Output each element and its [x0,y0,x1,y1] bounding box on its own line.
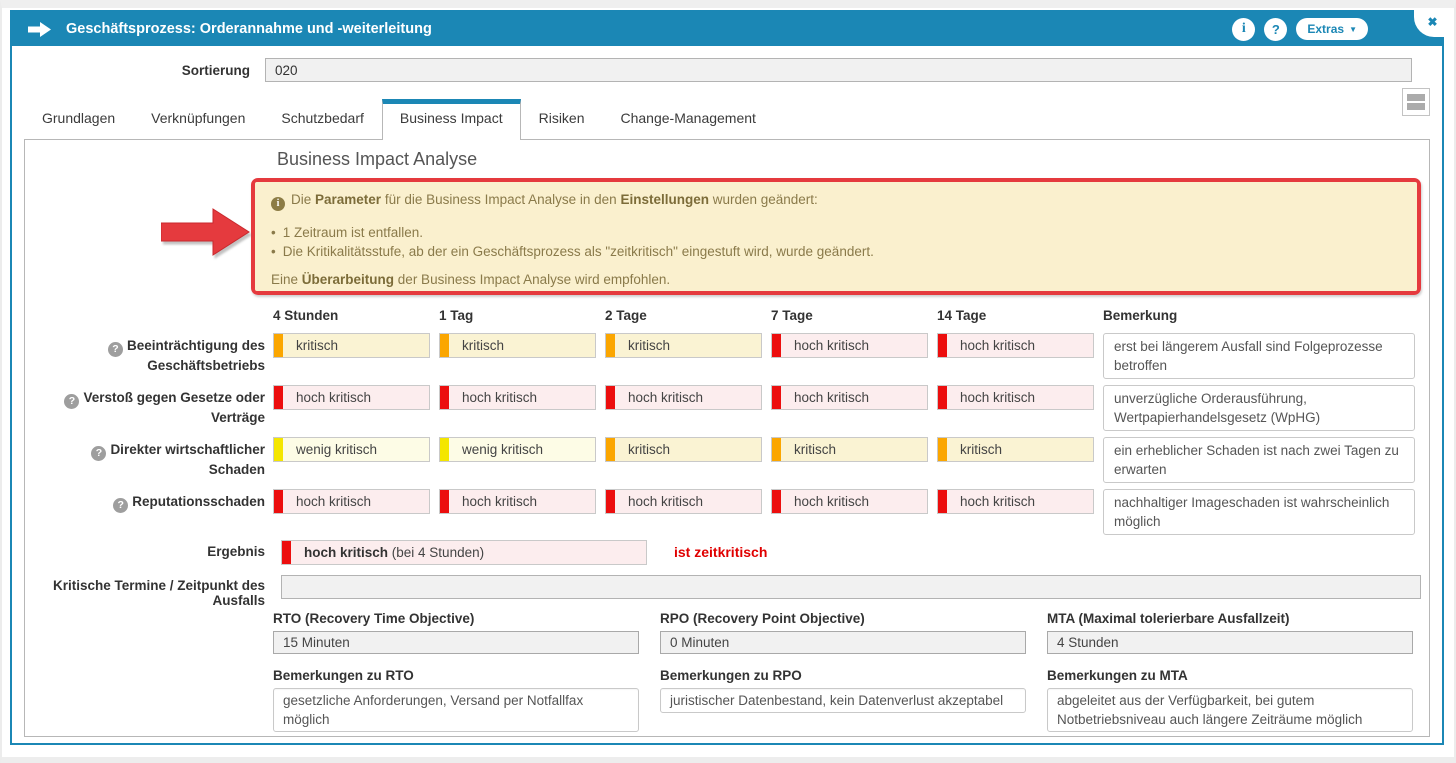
help-circle-icon[interactable]: ? [91,446,106,461]
help-circle-icon[interactable]: ? [64,394,79,409]
notice-intro: iDie Parameter für die Business Impact A… [271,192,1401,211]
bia-cell[interactable]: hoch kritisch [771,333,928,358]
rto-remark-field[interactable]: gesetzliche Anforderungen, Versand per N… [273,688,639,732]
bia-cell[interactable]: kritisch [937,437,1094,462]
recovery-section: RTO (Recovery Time Objective) Bemerkunge… [273,611,1413,732]
tab-verknuepfungen[interactable]: Verknüpfungen [133,99,263,139]
rto-input[interactable] [273,631,639,654]
tab-panel: Business Impact Analyse iDie Parameter f… [24,139,1430,737]
bia-cell[interactable]: hoch kritisch [605,489,762,514]
column-header-bemerkung: Bemerkung [1103,298,1419,333]
arrow-right-icon [28,22,51,37]
dialog-window: Geschäftsprozess: Orderannahme und -weit… [10,10,1444,745]
notice-recommendation: Eine Überarbeitung der Business Impact A… [271,272,1401,287]
notice-info-icon: i [271,197,285,211]
sortierung-input[interactable] [265,58,1412,82]
zeitkritisch-flag: ist zeitkritisch [674,540,767,565]
dialog-titlebar: Geschäftsprozess: Orderannahme und -weit… [12,12,1442,46]
page-background: Geschäftsprozess: Orderannahme und -weit… [0,0,1456,763]
kritische-termine-input[interactable] [281,575,1421,599]
tab-grundlagen[interactable]: Grundlagen [24,99,133,139]
bia-table: 4 Stunden 1 Tag 2 Tage 7 Tage 14 Tage Be… [33,298,1419,541]
extras-label: Extras [1307,22,1344,36]
bia-cell[interactable]: hoch kritisch [273,385,430,410]
extras-button[interactable]: Extras ▼ [1296,18,1368,40]
mta-remark-label: Bemerkungen zu MTA [1047,668,1413,683]
bia-cell[interactable]: hoch kritisch [937,333,1094,358]
rto-column: RTO (Recovery Time Objective) Bemerkunge… [273,611,639,732]
bia-cell[interactable]: kritisch [273,333,430,358]
remark-field[interactable]: nachhaltiger Imageschaden ist wahrschein… [1103,489,1415,535]
info-button[interactable]: i [1232,18,1255,41]
mta-column: MTA (Maximal tolerierbare Ausfallzeit) B… [1047,611,1413,732]
close-icon: ✖ [1427,15,1437,29]
bia-cell[interactable]: hoch kritisch [937,489,1094,514]
tab-business-impact[interactable]: Business Impact [382,99,521,140]
help-circle-icon[interactable]: ? [108,342,123,357]
column-header-7-tage: 7 Tage [771,298,937,333]
kritische-termine-label: Kritische Termine / Zeitpunkt des Ausfal… [33,575,273,608]
column-header-14-tage: 14 Tage [937,298,1103,333]
annotation-arrow-icon [161,206,251,258]
remark-field[interactable]: unverzügliche Orderausführung, Wertpapie… [1103,385,1415,431]
bia-cell[interactable]: hoch kritisch [439,489,596,514]
bia-cell[interactable]: kritisch [605,333,762,358]
mta-label: MTA (Maximal tolerierbare Ausfallzeit) [1047,611,1413,626]
column-header-1-tag: 1 Tag [439,298,605,333]
bia-cell[interactable]: hoch kritisch [937,385,1094,410]
bia-cell[interactable]: hoch kritisch [605,385,762,410]
bia-cell[interactable]: hoch kritisch [273,489,430,514]
column-header-4-stunden: 4 Stunden [273,298,439,333]
rpo-input[interactable] [660,631,1026,654]
bia-cell[interactable]: hoch kritisch [439,385,596,410]
page-title: Geschäftsprozess: Orderannahme und -weit… [66,21,432,37]
notice-bullet: Die Kritikalitätsstufe, ab der ein Gesch… [271,242,1401,261]
rpo-remark-label: Bemerkungen zu RPO [660,668,1026,683]
bia-cell[interactable]: wenig kritisch [439,437,596,462]
rto-label: RTO (Recovery Time Objective) [273,611,639,626]
mta-input[interactable] [1047,631,1413,654]
spacer [33,298,273,333]
section-title: Business Impact Analyse [277,149,477,170]
notice-box: iDie Parameter für die Business Impact A… [255,182,1417,291]
help-icon: ? [1272,22,1280,37]
row-label: ?Direkter wirtschaftlicher Schaden [33,437,273,489]
tab-change-management[interactable]: Change-Management [603,99,774,139]
remark-field[interactable]: erst bei längerem Ausfall sind Folgeproz… [1103,333,1415,379]
tab-bar: Grundlagen Verknüpfungen Schutzbedarf Bu… [24,99,1430,139]
notice-bullet: 1 Zeitraum ist entfallen. [271,223,1401,242]
row-label: ?Beeinträchtigung des Geschäftsbetriebs [33,333,273,385]
chevron-down-icon: ▼ [1349,25,1357,34]
ergebnis-value: hoch kritisch (bei 4 Stunden) [281,540,647,565]
rpo-remark-field[interactable]: juristischer Datenbestand, kein Datenver… [660,688,1026,713]
ergebnis-label: Ergebnis [33,540,273,565]
sortierung-row: Sortierung [12,58,1442,82]
rpo-column: RPO (Recovery Point Objective) Bemerkung… [660,611,1026,732]
rto-remark-label: Bemerkungen zu RTO [273,668,639,683]
sortierung-label: Sortierung [12,63,250,78]
bia-cell[interactable]: hoch kritisch [771,385,928,410]
remark-field[interactable]: ein erheblicher Schaden ist nach zwei Ta… [1103,437,1415,483]
info-icon: i [1242,21,1246,37]
mta-remark-field[interactable]: abgeleitet aus der Verfügbarkeit, bei gu… [1047,688,1413,732]
tab-schutzbedarf[interactable]: Schutzbedarf [263,99,382,139]
titlebar-actions: i ? Extras ▼ [1232,18,1368,41]
bia-cell[interactable]: kritisch [605,437,762,462]
rpo-label: RPO (Recovery Point Objective) [660,611,1026,626]
help-circle-icon[interactable]: ? [113,498,128,513]
tab-risiken[interactable]: Risiken [521,99,603,139]
help-button[interactable]: ? [1264,18,1287,41]
notice-bullet-list: 1 Zeitraum ist entfallen. Die Kritikalit… [271,223,1401,261]
kritische-termine-row: Kritische Termine / Zeitpunkt des Ausfal… [33,575,1421,608]
ergebnis-row: Ergebnis hoch kritisch (bei 4 Stunden) i… [33,540,767,565]
row-label: ?Verstoß gegen Gesetze oder Verträge [33,385,273,437]
bia-cell[interactable]: kritisch [771,437,928,462]
bia-cell[interactable]: kritisch [439,333,596,358]
annotation-highlight: iDie Parameter für die Business Impact A… [251,178,1421,295]
row-label: ?Reputationsschaden [33,489,273,541]
bia-cell[interactable]: wenig kritisch [273,437,430,462]
column-header-2-tage: 2 Tage [605,298,771,333]
bia-cell[interactable]: hoch kritisch [771,489,928,514]
